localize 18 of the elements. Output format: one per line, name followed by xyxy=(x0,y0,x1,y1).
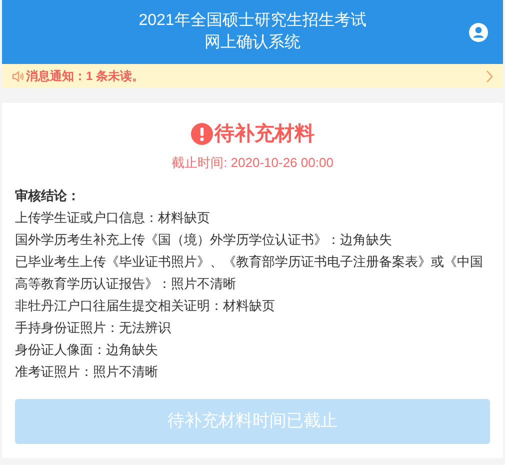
notice-bar[interactable]: 消息通知：1 条未读。 xyxy=(2,64,503,88)
review-item: 身份证人像面：边角缺失 xyxy=(15,340,159,358)
user-icon[interactable] xyxy=(469,23,488,42)
header-subtitle: 网上确认系统 xyxy=(204,32,300,53)
review-item: 非牡丹江户口往届生提交相关证明：材料缺页 xyxy=(15,296,276,314)
review-item: 准考证照片：照片不清晰 xyxy=(15,362,159,380)
header-title: 2021年全国硕士研究生招生考试 xyxy=(138,10,366,31)
review-item: 国外学历考生补充上传《国（境）外学历学位认证书》：边角缺失 xyxy=(15,230,393,248)
review-heading: 审核结论： xyxy=(15,186,81,204)
deadline-text: 截止时间: 2020-10-26 00:00 xyxy=(170,154,334,172)
speaker-icon xyxy=(12,70,24,82)
review-item: 手持身份证照片：无法辨识 xyxy=(15,318,172,336)
review-item: 上传学生证或户口信息：材料缺页 xyxy=(15,208,211,226)
status-title: 待补充材料 xyxy=(214,122,314,147)
review-item: 已毕业考生上传《毕业证书照片》、《教育部学历证书电子注册备案表》或《中国高等教育学历认证报告》：照片不清晰 xyxy=(15,252,484,292)
notice-text: 消息通知：1 条未读。 xyxy=(26,68,144,85)
alert-icon xyxy=(190,123,212,145)
chevron-right-icon xyxy=(486,70,493,82)
